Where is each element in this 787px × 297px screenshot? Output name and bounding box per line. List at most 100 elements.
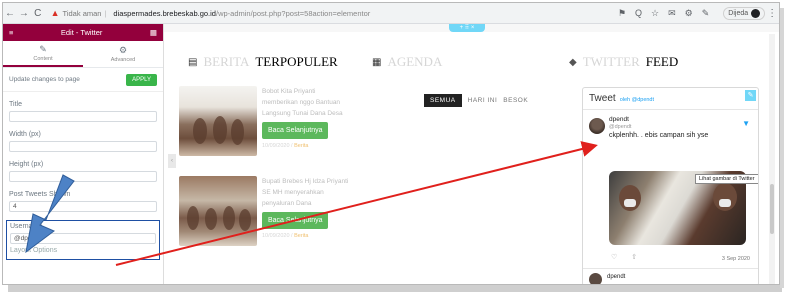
avatar[interactable] <box>589 118 605 134</box>
avatar[interactable] <box>589 273 602 284</box>
twitter-heading: ◆ TWITTER FEED <box>569 54 678 70</box>
bookmark-star-icon[interactable]: ☆ <box>651 8 659 19</box>
agenda-heading: ▦ AGENDA <box>372 54 442 70</box>
url-host: diaspermades.brebeskab.go.id <box>113 8 216 18</box>
timeline-by[interactable]: oleh @dpendt <box>620 97 654 103</box>
tweet-author-name[interactable]: dpendt <box>609 116 752 124</box>
tab-advanced[interactable]: ⚙ Advanced <box>83 41 163 67</box>
forward-button[interactable]: → <box>17 8 31 19</box>
tab-advanced-label: Advanced <box>110 57 136 63</box>
zoom-icon[interactable]: Q <box>635 8 642 19</box>
like-icon[interactable]: ♡ <box>611 253 617 261</box>
frame-shadow <box>780 8 784 288</box>
pencil-icon: ✎ <box>39 44 47 54</box>
bird-icon: ◆ <box>569 56 577 68</box>
news-date: 10/09/2020 / <box>262 233 293 239</box>
height-field: Height (px) <box>3 161 163 182</box>
news-thumbnail[interactable] <box>179 86 257 156</box>
width-field: Width (px) <box>3 131 163 152</box>
tweet-text: ckplenhh. . ebis campan sih yse <box>609 132 709 139</box>
widget-edit-icon[interactable]: ✎ <box>745 90 756 101</box>
news-content: Bobot Kita Priyanti memberikan nggo Bant… <box>262 86 350 156</box>
tweet[interactable]: dpendt @dpendt ckplenhh. . ebis campan s… <box>583 110 758 145</box>
reload-button[interactable]: C <box>31 8 45 19</box>
newspaper-icon: ▤ <box>188 56 198 68</box>
hamburger-icon[interactable]: ≡ <box>9 28 13 37</box>
tweets-shown-label: Post Tweets Shown <box>9 191 71 198</box>
tab-besok[interactable]: BESOK <box>503 97 528 104</box>
berita-faded-text: BERITA <box>203 54 250 69</box>
panel-title: Edit - Twitter <box>60 28 103 37</box>
section-edit-handle[interactable]: + ⠿ × <box>449 24 485 32</box>
layout-options-label: Layout Options <box>10 247 58 254</box>
news-thumbnail[interactable] <box>179 176 257 246</box>
tab-hari-ini[interactable]: HARI INI <box>468 97 498 104</box>
berita-heading: ▤ BERITA TERPOPULER <box>188 54 338 70</box>
news-content: Bupati Brebes Hj Idza Priyanti SE MH men… <box>262 176 350 246</box>
panel-tabs: ✎ Content ⚙ Advanced <box>3 41 163 68</box>
twitter-title: FEED <box>645 54 679 69</box>
height-label: Height (px) <box>9 161 44 168</box>
news-item: Bobot Kita Priyanti memberikan nggo Bant… <box>179 86 350 156</box>
tweet-date[interactable]: 3 Sep 2020 <box>722 256 750 262</box>
tab-semua[interactable]: SEMUA <box>424 94 462 107</box>
title-label: Title <box>9 101 22 108</box>
mail-icon[interactable]: ✉ <box>668 8 676 19</box>
tweet-actions: ♡ ⇧ <box>611 253 637 261</box>
avatar <box>751 8 761 18</box>
url-path: /wp-admin/post.php?post=58action=element… <box>215 8 371 18</box>
news-item: Bupati Brebes Hj Idza Priyanti SE MH men… <box>179 176 350 246</box>
extension-icons: ⚑ Q ☆ ✉ ⚙ ✎ <box>618 8 709 19</box>
news-meta: 10/09/2020 / Berita <box>262 231 350 242</box>
width-input[interactable] <box>9 141 157 152</box>
agenda-title: AGENDA <box>387 54 443 69</box>
title-input[interactable] <box>9 111 157 122</box>
news-title[interactable]: Bupati Brebes Hj Idza Priyanti SE MH men… <box>262 176 350 209</box>
tweets-shown-input[interactable]: 4 <box>9 201 157 212</box>
page-scrollbar[interactable] <box>769 34 775 284</box>
username-input[interactable]: @dpendt <box>10 233 156 244</box>
news-meta: 10/09/2020 / Berita <box>262 141 350 152</box>
profile-label: Dijeda <box>728 9 749 17</box>
twitter-timeline: ✎ Tweet oleh @dpendt dpendt @dpendt ckpl… <box>582 87 759 284</box>
tweet-author-name[interactable]: dpendt <box>607 274 625 280</box>
menu-icon[interactable]: ⋮ <box>765 8 779 19</box>
gear-icon: ⚙ <box>118 45 128 55</box>
image-tooltip: Lihat gambar di Twitter <box>695 174 758 184</box>
frame-shadow <box>8 285 782 292</box>
editor-canvas: + ⠿ × ‹ ▤ BERITA TERPOPULER ▦ AGENDA ◆ T… <box>164 24 779 284</box>
pen-icon[interactable]: ✎ <box>702 8 710 19</box>
extension-icon[interactable]: ⚑ <box>618 8 626 19</box>
news-title[interactable]: Bobot Kita Priyanti memberikan nggo Bant… <box>262 86 350 119</box>
grid-icon[interactable]: ▦ <box>150 28 157 37</box>
timeline-heading: Tweet <box>589 93 616 104</box>
panel-header: ≡ Edit - Twitter ▦ <box>3 24 163 41</box>
read-more-button[interactable]: Baca Selanjutnya <box>262 122 329 139</box>
username-field: Username @dpendt Layout Options <box>6 220 160 260</box>
profile-button[interactable]: Dijeda <box>723 6 766 20</box>
news-tag[interactable]: Berita <box>294 143 308 149</box>
read-more-button[interactable]: Baca Selanjutnya <box>262 212 329 229</box>
news-date: 10/09/2020 / <box>262 143 293 149</box>
width-label: Width (px) <box>9 131 41 138</box>
height-input[interactable] <box>9 171 157 182</box>
share-icon[interactable]: ⇧ <box>631 253 637 261</box>
apply-button[interactable]: APPLY <box>126 73 157 86</box>
settings-icon[interactable]: ⚙ <box>685 8 693 19</box>
tweet-author-handle[interactable]: @dpendt <box>609 124 752 130</box>
tab-content[interactable]: ✎ Content <box>3 41 83 67</box>
panel-collapse-handle[interactable]: ‹ <box>168 154 176 168</box>
twitter-faded-text: TWITTER <box>582 54 640 69</box>
news-tag[interactable]: Berita <box>294 233 308 239</box>
title-field: Title <box>3 101 163 122</box>
update-row: Update changes to page APPLY <box>3 68 163 92</box>
twitter-bird-icon[interactable]: ▼ <box>742 119 750 128</box>
scrollbar-thumb[interactable] <box>770 184 774 234</box>
tweet[interactable]: dpendt <box>583 268 758 284</box>
berita-title: TERPOPULER <box>255 54 338 69</box>
back-button[interactable]: ← <box>3 8 17 19</box>
address-bar[interactable]: ▲ Tidak aman | diaspermades.brebeskab.go… <box>51 6 546 21</box>
browser-toolbar: ← → C ▲ Tidak aman | diaspermades.brebes… <box>3 3 779 24</box>
screenshot-frame: ← → C ▲ Tidak aman | diaspermades.brebes… <box>2 2 780 285</box>
calendar-icon: ▦ <box>372 56 382 68</box>
